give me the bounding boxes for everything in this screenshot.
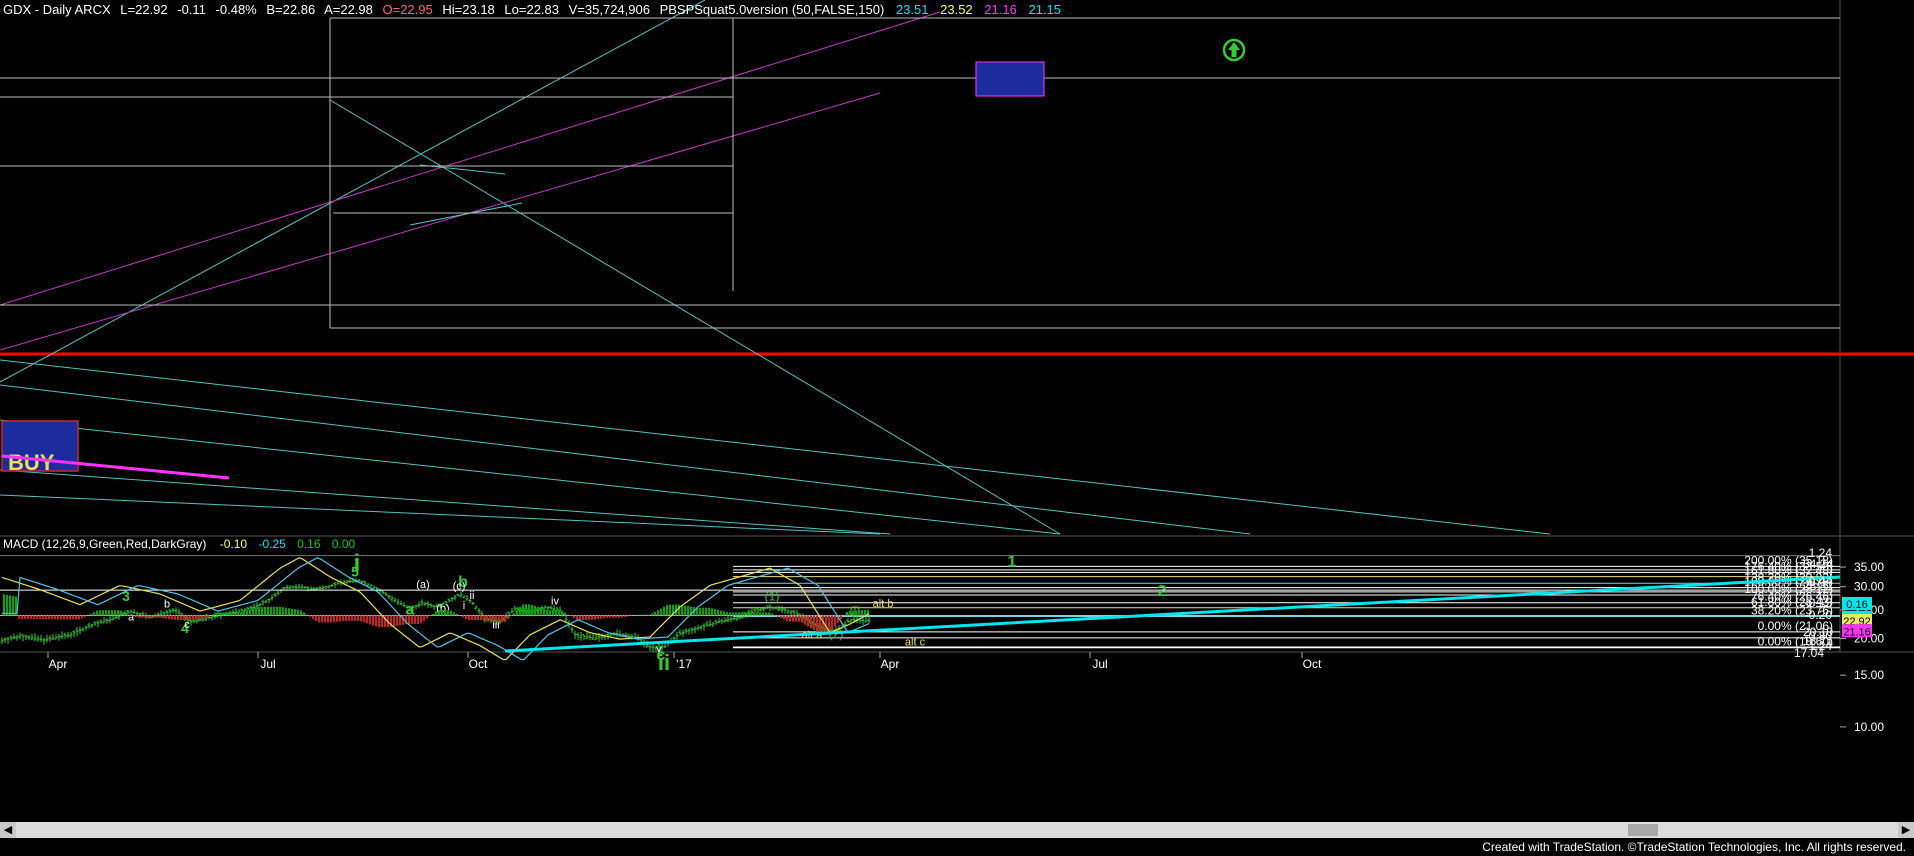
date-tick-label: Oct [469,657,488,671]
symbol-title: GDX - Daily ARCX [3,2,111,17]
wave-label: 5 [351,564,359,580]
indicator-value: 21.16 [984,2,1017,17]
macd-axis-label: 0.44 [1809,574,1833,588]
wave-label: iv [551,595,559,607]
wave-label: (1) [765,590,780,604]
open-value: O=22.95 [383,2,433,17]
change-value: -0.11 [177,2,206,17]
price-tick-label: 30.00 [1854,580,1884,594]
date-tick-label: Apr [881,657,900,671]
scroll-left-icon[interactable]: ◀ [0,822,16,838]
scroll-thumb[interactable] [1628,824,1658,836]
change-percent: -0.48% [216,2,258,17]
target-zone-box [975,61,1045,97]
macd-axis-label: 1.24 [1809,546,1833,560]
scroll-right-icon[interactable]: ▶ [1898,822,1914,838]
price-tick-label: 10.00 [1854,720,1884,734]
wave-label: alt c [905,637,926,649]
macd-value: -0.25 [258,537,286,551]
date-tick-label: Oct [1303,657,1322,671]
wave-label: (c) [453,581,466,593]
macd-axis-label: -1.24 [1805,639,1833,653]
indicator-value: 23.52 [940,2,973,17]
indicator-value: 21.15 [1028,2,1061,17]
date-tick-label: Jul [260,657,275,671]
indicator-name: PBSPSquat5.0version (50,FALSE,150) [660,2,885,17]
low-value: Lo=22.83 [504,2,559,17]
date-tick-label: Apr [49,657,68,671]
svg-text:MACD (12,26,9,Green,Red,DarkGr: MACD (12,26,9,Green,Red,DarkGray) -0.10 … [3,537,356,551]
wave-label: ii [658,650,670,675]
wave-label: 2 [1158,583,1167,600]
indicator-value: 23.51 [896,2,929,17]
date-tick-label: '17 [676,657,692,671]
wave-label: alt b [873,598,894,610]
high-value: Hi=23.18 [442,2,494,17]
macd-axis-label: -0.20 [1805,608,1833,622]
buy-label: BUY [8,450,55,475]
macd-title: MACD (12,26,9,Green,Red,DarkGray) [3,537,206,551]
macd-badge-text: 0.16 [1846,599,1867,611]
wave-label: ii [470,590,475,602]
wave-label: b [164,598,170,610]
price-tick-label: 35.00 [1854,560,1884,574]
copyright-footer: Created with TradeStation. ©TradeStation… [1482,840,1906,854]
wave-label: c [184,619,190,631]
price-badge-text: 21.16 [1843,626,1871,638]
volume-value: V=35,724,906 [569,2,650,17]
macd-value: 0.16 [297,537,321,551]
macd-value: 0.00 [332,537,356,551]
horizontal-scrollbar[interactable]: ◀ ▶ [0,822,1914,838]
last-price: L=22.92 [120,2,167,17]
price-tick-label: 15.00 [1854,668,1884,682]
macd-value: -0.10 [220,537,248,551]
wave-label: (a) [416,579,429,591]
stock-chart: 200.00% (35.18)34.24176.40% (33.58)161.8… [0,0,1914,856]
date-tick-label: Jul [1092,657,1107,671]
svg-text:GDX - Daily ARCX L=22.92: GDX - Daily ARCX L=22.92 -0.11 -0.48% B=… [3,2,1061,17]
wave-label: i [463,600,465,612]
ask-value: A=22.98 [324,2,373,17]
bid-value: B=22.86 [266,2,315,17]
wave-label: a [128,612,135,624]
